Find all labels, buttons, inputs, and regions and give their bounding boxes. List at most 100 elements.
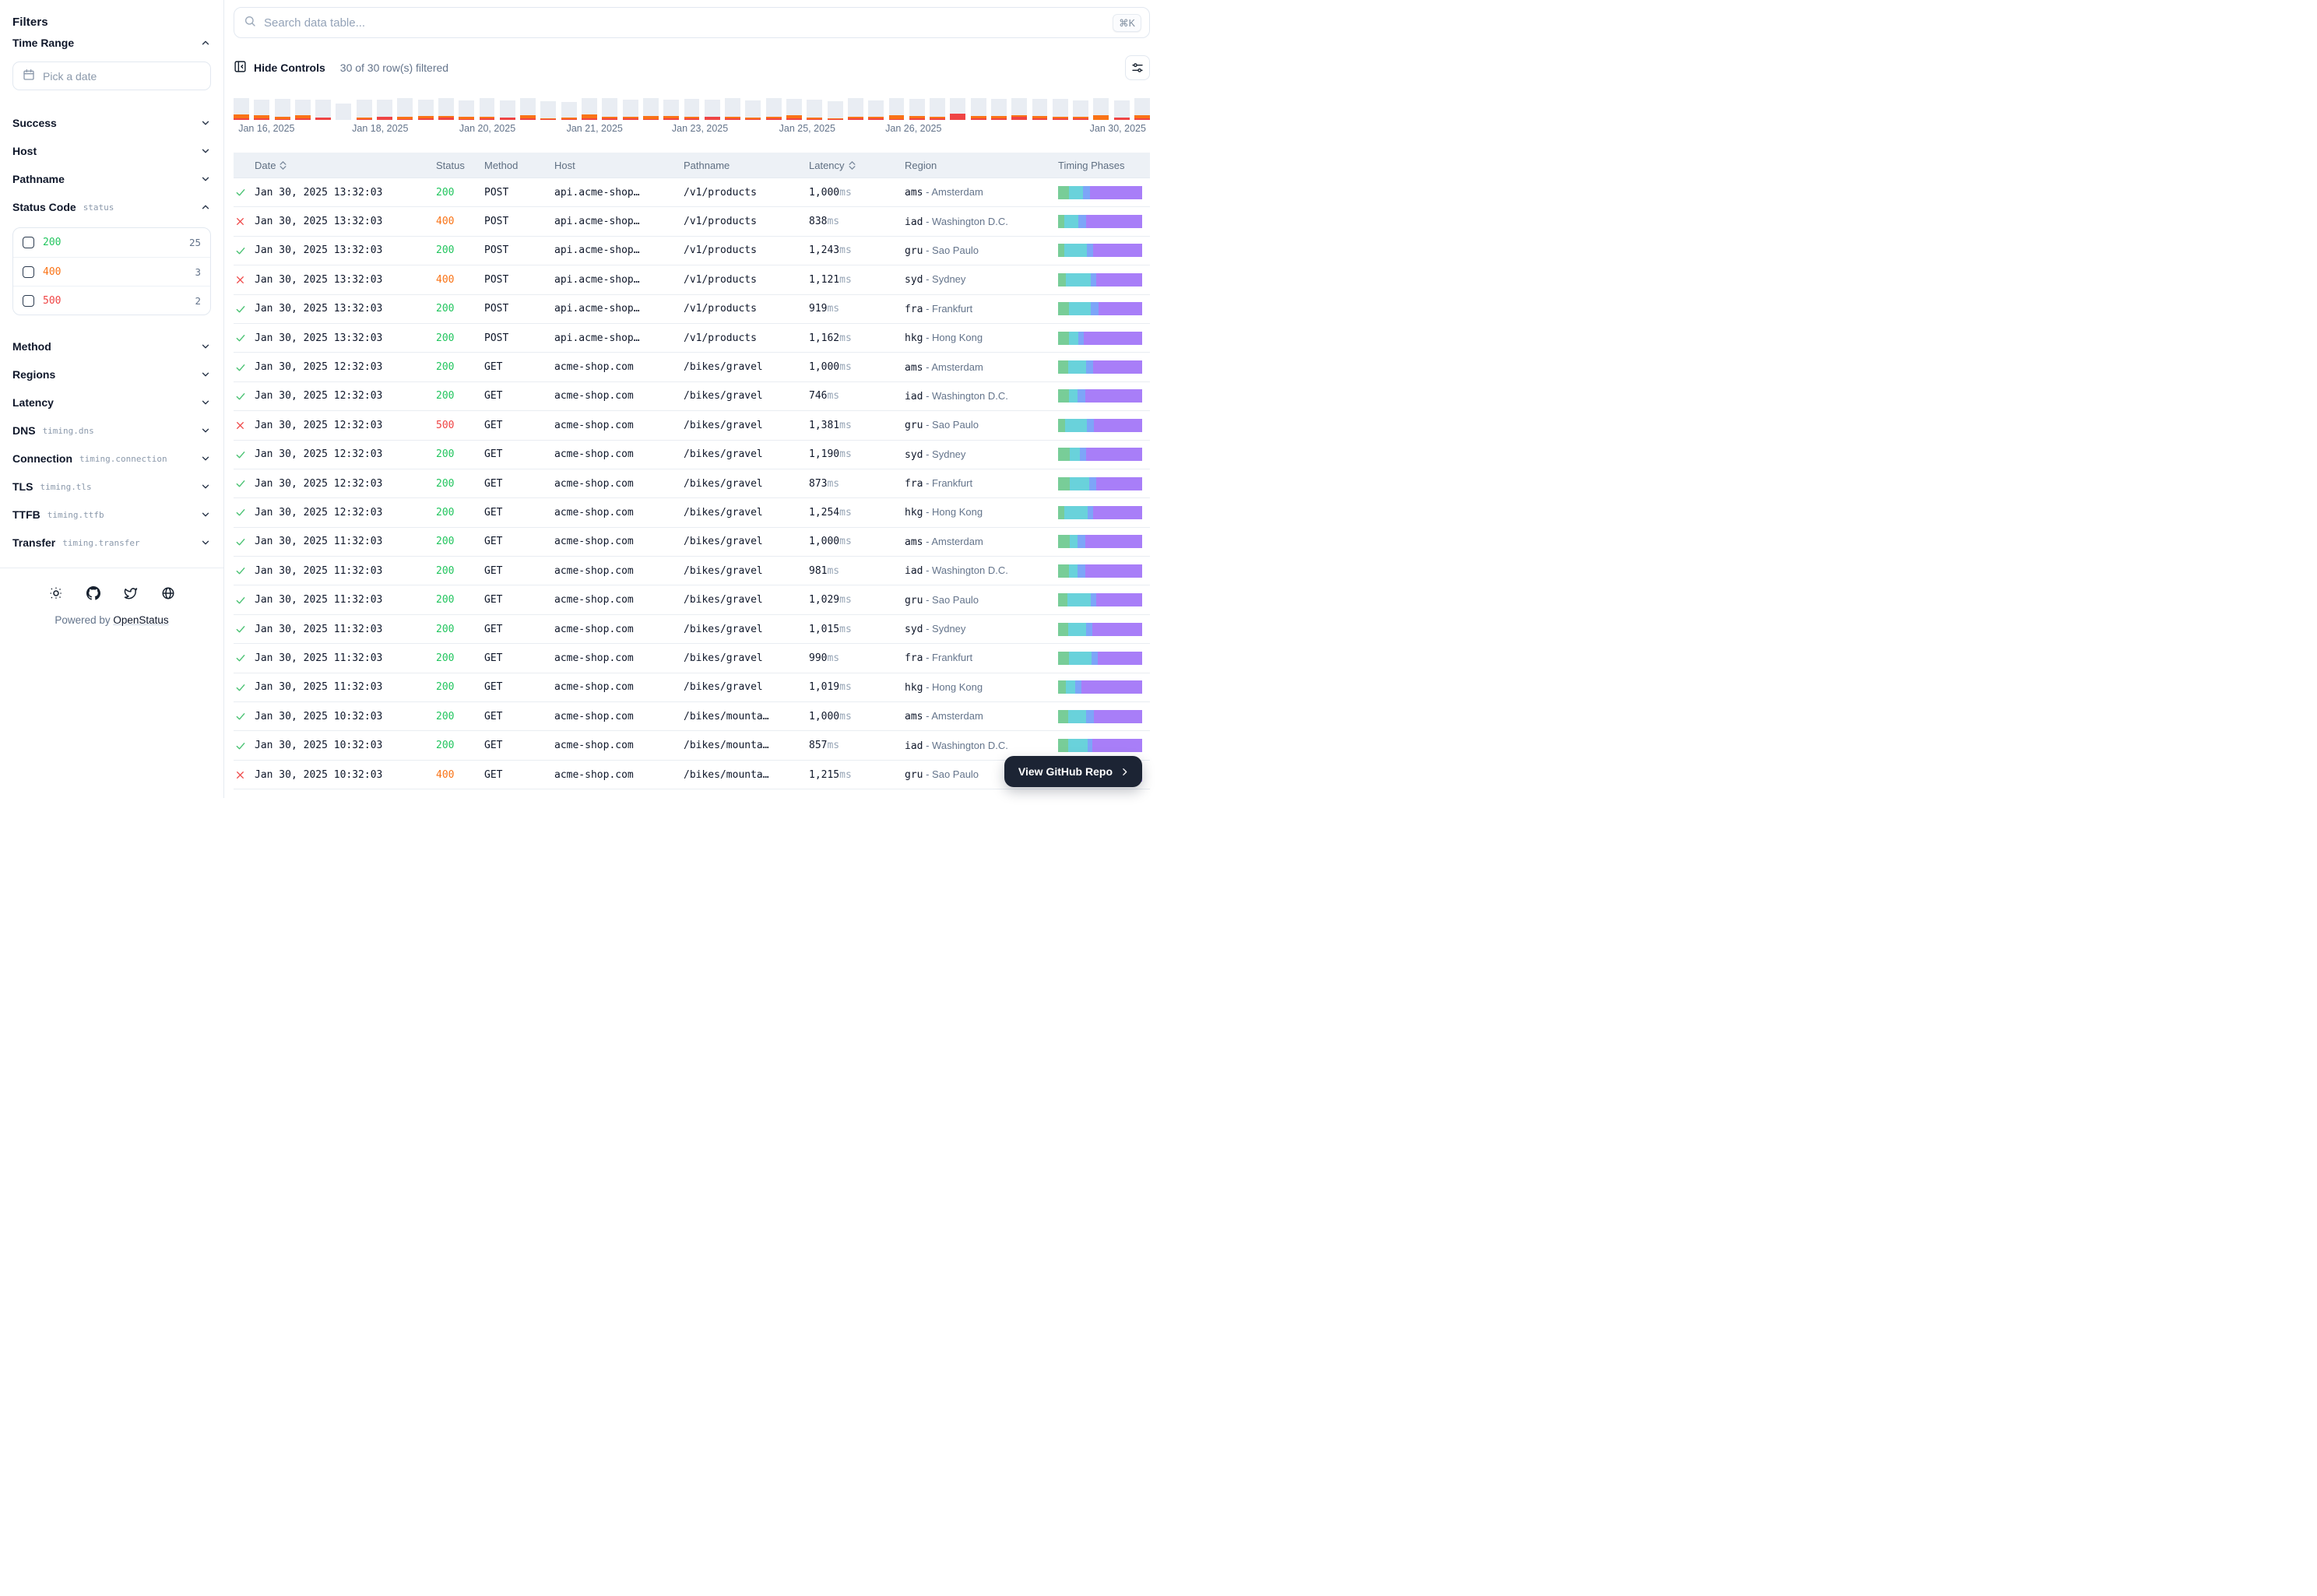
timing-phases-bar [1058, 244, 1142, 257]
table-row[interactable]: Jan 30, 2025 12:32:03 200 GET acme-shop.… [234, 469, 1150, 498]
timing-segment-ttfb [1094, 419, 1142, 432]
cell-date: Jan 30, 2025 10:32:03 [255, 711, 436, 722]
cell-date: Jan 30, 2025 10:32:03 [255, 740, 436, 751]
view-options-button[interactable] [1125, 55, 1150, 80]
section-host[interactable]: Host [12, 137, 211, 165]
table-row[interactable]: Jan 30, 2025 13:32:03 400 POST api.acme-… [234, 207, 1150, 236]
date-picker-input[interactable]: Pick a date [12, 62, 211, 90]
timing-segment-ttfb [1085, 535, 1142, 548]
table-row[interactable]: Jan 30, 2025 11:32:03 200 GET acme-shop.… [234, 673, 1150, 702]
search-input[interactable]: Search data table... ⌘K [234, 7, 1150, 38]
panel-left-close-icon [234, 60, 247, 76]
checkbox-400[interactable] [23, 266, 34, 278]
table-row[interactable]: Jan 30, 2025 11:32:03 200 GET acme-shop.… [234, 528, 1150, 557]
table-row[interactable]: Jan 30, 2025 11:32:03 200 GET acme-shop.… [234, 557, 1150, 585]
cell-region: hkg - Hong Kong [905, 332, 1058, 344]
main-content: Search data table... ⌘K Hide Controls 30… [224, 0, 1158, 798]
timing-segment-ttfb [1096, 273, 1142, 287]
timing-segment-dns [1058, 739, 1068, 752]
section-dns[interactable]: DNS timing.dns [12, 417, 211, 445]
header-method: Method [484, 160, 554, 171]
timing-phases-bar [1058, 680, 1142, 694]
section-method[interactable]: Method [12, 332, 211, 360]
row-result-icon [234, 362, 255, 373]
timing-phases-bar [1058, 389, 1142, 403]
table-row[interactable]: Jan 30, 2025 11:32:03 200 GET acme-shop.… [234, 644, 1150, 673]
checkbox-200[interactable] [23, 237, 34, 248]
table-row[interactable]: Jan 30, 2025 12:32:03 200 GET acme-shop.… [234, 353, 1150, 381]
status-count: 25 [189, 237, 201, 248]
timing-phases-bar [1058, 302, 1142, 315]
twitter-icon[interactable] [123, 585, 139, 601]
section-tls[interactable]: TLS timing.tls [12, 473, 211, 501]
status-option-500[interactable]: 500 2 [13, 286, 210, 315]
section-status-code[interactable]: Status Code status [12, 193, 211, 221]
github-icon[interactable] [86, 585, 101, 601]
histogram-bar [889, 98, 905, 120]
chevron-down-icon [200, 425, 211, 436]
section-ttfb[interactable]: TTFB timing.ttfb [12, 501, 211, 529]
status-option-200[interactable]: 200 25 [13, 228, 210, 257]
table-row[interactable]: Jan 30, 2025 13:32:03 400 POST api.acme-… [234, 265, 1150, 294]
cell-latency: 1,162ms [809, 332, 905, 344]
section-transfer[interactable]: Transfer timing.transfer [12, 529, 211, 557]
cell-host: acme-shop.com [554, 478, 684, 490]
section-time-range[interactable]: Time Range [12, 29, 211, 57]
timing-segment-tls [1078, 564, 1085, 578]
table-row[interactable]: Jan 30, 2025 12:32:03 200 GET acme-shop.… [234, 441, 1150, 469]
histogram-x-axis: Jan 16, 2025Jan 18, 2025Jan 20, 2025Jan … [234, 122, 1150, 136]
cell-host: acme-shop.com [554, 390, 684, 402]
cell-latency: 1,381ms [809, 420, 905, 431]
cell-timing-phases [1058, 710, 1150, 723]
cell-method: GET [484, 740, 554, 751]
table-row[interactable]: Jan 30, 2025 13:32:03 200 POST api.acme-… [234, 295, 1150, 324]
check-icon [235, 245, 246, 256]
table-row[interactable]: Jan 30, 2025 13:32:03 200 POST api.acme-… [234, 178, 1150, 207]
table-row[interactable]: Jan 30, 2025 13:32:03 200 POST api.acme-… [234, 324, 1150, 353]
row-result-icon [234, 740, 255, 751]
timing-segment-dns [1058, 623, 1068, 636]
checkbox-500[interactable] [23, 295, 34, 307]
header-date[interactable]: Date [255, 160, 436, 171]
row-result-icon [234, 187, 255, 198]
section-latency[interactable]: Latency [12, 388, 211, 417]
timing-segment-tls [1078, 215, 1086, 228]
cell-timing-phases [1058, 360, 1150, 374]
section-connection[interactable]: Connection timing.connection [12, 445, 211, 473]
section-pathname[interactable]: Pathname [12, 165, 211, 193]
timing-segment-connection [1067, 593, 1091, 606]
timing-segment-connection [1066, 273, 1091, 287]
histogram-bar [909, 98, 925, 120]
table-row[interactable]: Jan 30, 2025 13:32:03 200 POST api.acme-… [234, 237, 1150, 265]
hide-controls-button[interactable]: Hide Controls [234, 60, 325, 76]
histogram-bar [971, 98, 986, 120]
chevron-down-icon [200, 369, 211, 380]
cell-pathname: /bikes/gravel [684, 478, 809, 490]
chevron-down-icon [200, 118, 211, 128]
section-success[interactable]: Success [12, 109, 211, 137]
row-result-icon [234, 682, 255, 693]
table-row[interactable]: Jan 30, 2025 11:32:03 200 GET acme-shop.… [234, 615, 1150, 644]
view-github-repo-button[interactable]: View GitHub Repo [1004, 756, 1142, 787]
cell-date: Jan 30, 2025 12:32:03 [255, 390, 436, 402]
table-row[interactable]: Jan 30, 2025 10:32:03 200 GET acme-shop.… [234, 702, 1150, 731]
cell-pathname: /bikes/gravel [684, 624, 809, 635]
status-count: 2 [195, 295, 201, 307]
check-icon [235, 536, 246, 547]
sidebar-footer: Powered by OpenStatus [0, 568, 223, 626]
table-row[interactable]: Jan 30, 2025 11:32:03 200 GET acme-shop.… [234, 585, 1150, 614]
cell-status: 200 [436, 536, 484, 547]
cell-method: POST [484, 244, 554, 256]
table-row[interactable]: Jan 30, 2025 12:32:03 200 GET acme-shop.… [234, 498, 1150, 527]
table-row[interactable]: Jan 30, 2025 12:32:03 500 GET acme-shop.… [234, 411, 1150, 440]
status-option-400[interactable]: 400 3 [13, 257, 210, 286]
openstatus-link[interactable]: OpenStatus [113, 614, 168, 626]
section-regions[interactable]: Regions [12, 360, 211, 388]
date-picker-placeholder: Pick a date [43, 70, 97, 83]
cell-timing-phases [1058, 302, 1150, 315]
globe-icon[interactable] [160, 585, 176, 601]
requests-histogram[interactable]: Jan 16, 2025Jan 18, 2025Jan 20, 2025Jan … [234, 98, 1150, 136]
header-latency[interactable]: Latency [809, 160, 905, 171]
table-row[interactable]: Jan 30, 2025 12:32:03 200 GET acme-shop.… [234, 382, 1150, 411]
theme-toggle-sun-icon[interactable] [48, 585, 64, 601]
